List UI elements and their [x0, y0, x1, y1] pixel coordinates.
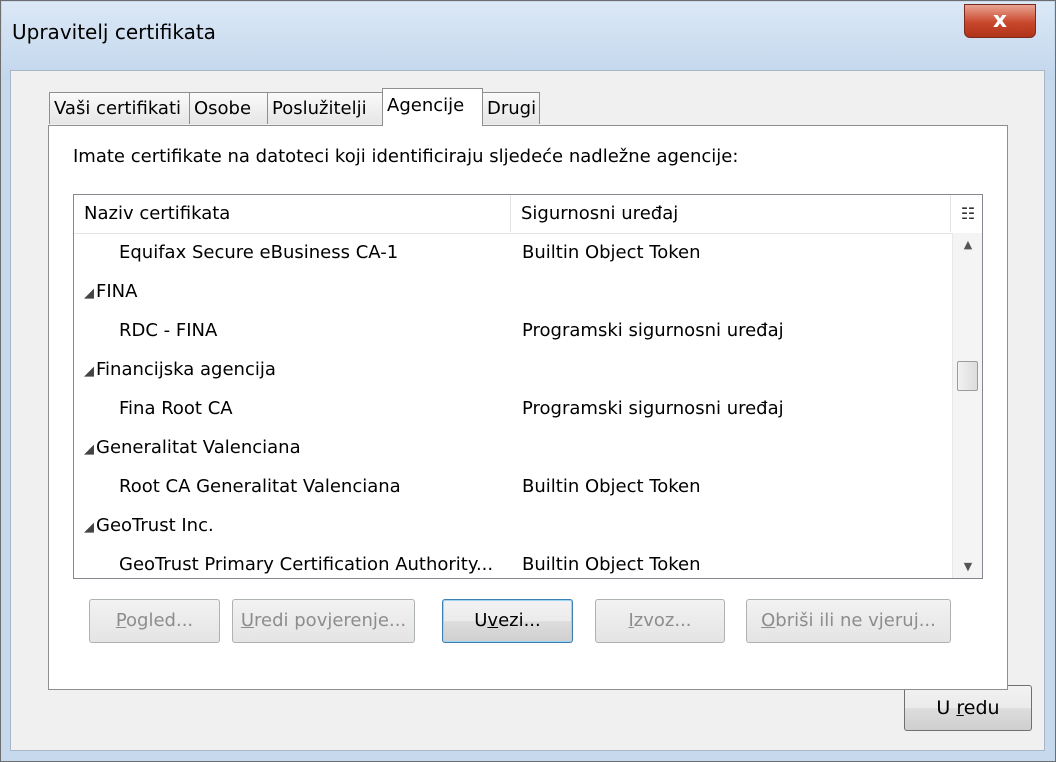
certificate-name: RDC - FINA — [119, 320, 218, 341]
group-name: FINA — [96, 281, 138, 302]
scroll-up-arrow-icon[interactable]: ▲ — [953, 233, 982, 257]
tab-label: Drugi — [487, 98, 537, 119]
delete-or-distrust-button[interactable]: Obriši ili ne vjeruj... — [746, 599, 951, 643]
tree-header: Naziv certifikata Sigurnosni uređaj ☷ — [74, 195, 982, 234]
ok-button[interactable]: U redu — [904, 685, 1032, 731]
tab-servers[interactable]: Poslužitelji — [267, 92, 383, 124]
dialog-body: Vaši certifikati Osobe Poslužitelji Agen… — [10, 70, 1045, 751]
tree-row[interactable]: Equifax Secure eBusiness CA-1 Builtin Ob… — [74, 233, 952, 272]
btn-mnemonic: v — [487, 610, 499, 631]
btn-text-after: briši ili ne vjeruj... — [775, 610, 936, 631]
scroll-thumb[interactable] — [957, 361, 978, 391]
tab-people[interactable]: Osobe — [189, 92, 268, 124]
tab-others[interactable]: Drugi — [482, 92, 540, 124]
close-icon: x — [992, 8, 1008, 33]
certificate-name: Equifax Secure eBusiness CA-1 — [119, 242, 399, 263]
tab-label: Agencije — [387, 95, 465, 116]
btn-text-before: U — [936, 697, 957, 719]
group-label: ◢ Financijska agencija — [84, 350, 276, 391]
group-label: ◢ GeoTrust Inc. — [84, 506, 214, 547]
edit-trust-button[interactable]: Uredi povjerenje... — [232, 599, 415, 643]
expander-icon[interactable]: ◢ — [84, 442, 94, 457]
tab-authorities[interactable]: Agencije — [382, 88, 483, 126]
title-bar[interactable]: Upravitelj certifikata x — [2, 2, 1054, 80]
export-button[interactable]: Izvoz... — [595, 599, 725, 643]
btn-text-after: zvoz... — [633, 610, 692, 631]
group-name: Generalitat Valenciana — [96, 437, 301, 458]
expander-icon[interactable]: ◢ — [84, 364, 94, 379]
tree-group-row[interactable]: ◢ Financijska agencija — [74, 350, 952, 389]
tree-group-row[interactable]: ◢ FINA — [74, 272, 952, 311]
expander-icon[interactable]: ◢ — [84, 286, 94, 301]
tab-your-certificates[interactable]: Vaši certifikati — [49, 92, 190, 124]
btn-text-after: ogled... — [126, 610, 194, 631]
tree-group-row[interactable]: ◢ GeoTrust Inc. — [74, 506, 952, 545]
security-device: Builtin Object Token — [522, 476, 701, 497]
group-name: Financijska agencija — [96, 359, 276, 380]
view-button[interactable]: Pogled... — [89, 599, 220, 643]
certificate-name: Root CA Generalitat Valenciana — [119, 476, 401, 497]
btn-text-after: ezi... — [498, 610, 541, 631]
certificate-name: GeoTrust Primary Certification Authority… — [119, 554, 494, 575]
column-picker-icon[interactable]: ☷ — [954, 195, 982, 232]
import-button[interactable]: Uvezi... — [442, 599, 573, 643]
tree-group-row[interactable]: ◢ Generalitat Valenciana — [74, 428, 952, 467]
tree-row[interactable]: Root CA Generalitat Valenciana Builtin O… — [74, 467, 952, 506]
group-label: ◢ FINA — [84, 272, 137, 313]
btn-mnemonic: r — [956, 697, 964, 719]
window-frame: Upravitelj certifikata x Vaši certifikat… — [0, 0, 1056, 762]
column-header-name[interactable]: Naziv certifikata — [74, 195, 511, 232]
scroll-down-arrow-icon[interactable]: ▼ — [953, 555, 982, 578]
tree-row[interactable]: Fina Root CA Programski sigurnosni uređa… — [74, 389, 952, 428]
btn-mnemonic: O — [761, 610, 776, 631]
tab-panel: Imate certifikate na datoteci koji ident… — [48, 125, 1008, 690]
btn-mnemonic: U — [240, 610, 255, 631]
tree-row[interactable]: GeoTrust Primary Certification Authority… — [74, 545, 952, 578]
window-title: Upravitelj certifikata — [12, 20, 216, 44]
tree-rows: Equifax Secure eBusiness CA-1 Builtin Ob… — [74, 233, 952, 578]
close-button[interactable]: x — [964, 4, 1036, 38]
group-label: ◢ Generalitat Valenciana — [84, 428, 301, 469]
certificate-name: Fina Root CA — [119, 398, 233, 419]
tree-row[interactable]: RDC - FINA Programski sigurnosni uređaj — [74, 311, 952, 350]
btn-mnemonic: P — [115, 610, 127, 631]
tab-label: Poslužitelji — [272, 98, 367, 119]
btn-text-before: U — [474, 610, 488, 631]
group-name: GeoTrust Inc. — [96, 515, 214, 536]
expander-icon[interactable]: ◢ — [84, 520, 94, 535]
column-header-device[interactable]: Sigurnosni uređaj — [511, 195, 951, 232]
vertical-scrollbar[interactable]: ▲ ▼ — [952, 233, 982, 578]
security-device: Programski sigurnosni uređaj — [522, 398, 784, 419]
btn-text-after: redi povjerenje... — [254, 610, 407, 631]
intro-text: Imate certifikate na datoteci koji ident… — [73, 146, 739, 167]
btn-text-after: edu — [963, 697, 1000, 719]
tab-label: Osobe — [194, 98, 252, 119]
tab-label: Vaši certifikati — [54, 98, 182, 119]
security-device: Builtin Object Token — [522, 242, 701, 263]
security-device: Builtin Object Token — [522, 554, 701, 575]
security-device: Programski sigurnosni uređaj — [522, 320, 784, 341]
certificate-tree[interactable]: Naziv certifikata Sigurnosni uređaj ☷ Eq… — [73, 194, 983, 579]
